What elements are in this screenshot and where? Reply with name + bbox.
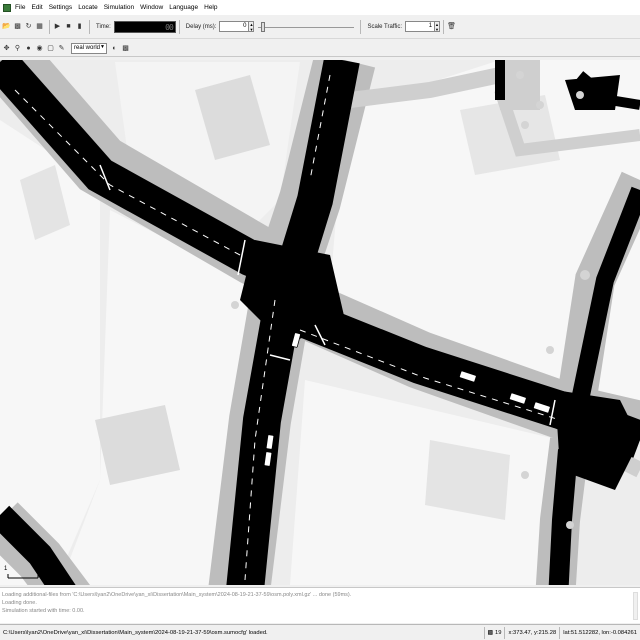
- menu-locate[interactable]: Locate: [78, 4, 98, 11]
- zoom-value: 19: [495, 629, 502, 636]
- log-line: Simulation started with time: 0.00.: [2, 608, 85, 614]
- step-icon[interactable]: ▮: [75, 22, 84, 31]
- status-message: C:\Users\lyan2\OneDrive\yan_xi\Dissertat…: [3, 629, 268, 636]
- junction: [565, 75, 620, 110]
- delay-slider[interactable]: [258, 21, 355, 33]
- message-log: Loading additional-files from 'C:\Users\…: [0, 587, 640, 623]
- menu-file[interactable]: File: [15, 4, 25, 11]
- log-scrollbar[interactable]: [633, 592, 638, 620]
- simulation-toolbar: 📂 ▩ ↻ ▦ ▶ ■ ▮ Time: 00 Delay (ms): 0 ▲ ▼ …: [0, 15, 640, 39]
- menu-language[interactable]: Language: [169, 4, 198, 11]
- road-network: 1: [0, 60, 640, 585]
- save-icon[interactable]: ▩: [13, 22, 22, 31]
- slider-thumb[interactable]: [261, 21, 266, 32]
- color-scheme-select[interactable]: real world ▼: [71, 42, 107, 54]
- menu-simulation[interactable]: Simulation: [104, 4, 134, 11]
- app-icon: [3, 3, 11, 12]
- edit-viewport-icon[interactable]: ✎: [57, 44, 66, 53]
- recenter-icon[interactable]: ✥: [2, 44, 11, 53]
- toolbar-separator: [443, 19, 445, 34]
- zoom-icon: ▩: [487, 629, 494, 636]
- breakpoint-icon[interactable]: ▩: [121, 44, 130, 53]
- log-line: Loading additional-files from 'C:\Users\…: [2, 592, 352, 598]
- lock-icon[interactable]: ◉: [35, 44, 44, 53]
- cursor-coordinates: x:373.47, y:215.28: [504, 626, 559, 639]
- toolbar-separator: [178, 19, 180, 34]
- play-icon[interactable]: ▶: [53, 22, 62, 31]
- time-label: Time:: [96, 23, 111, 30]
- settings-palette-icon[interactable]: ◐: [110, 44, 119, 53]
- slider-track: [258, 26, 355, 28]
- menu-settings[interactable]: Settings: [49, 4, 73, 11]
- stop-icon[interactable]: ■: [64, 22, 73, 31]
- close-file-icon[interactable]: ▦: [35, 22, 44, 31]
- time-value: 00: [165, 22, 174, 32]
- menu-edit[interactable]: Edit: [31, 4, 42, 11]
- delay-label: Delay (ms):: [185, 23, 217, 30]
- delay-spinner[interactable]: ▲ ▼: [249, 21, 255, 32]
- toolbar-separator: [49, 19, 50, 34]
- view-toolbar: ✥ ⚲ ● ◉ ▢ ✎ real world ▼ ◐ ▩: [0, 40, 640, 57]
- sumo-gui-window: File Edit Settings Locate Simulation Win…: [0, 0, 640, 640]
- delete-icon[interactable]: 🗑: [447, 22, 456, 31]
- color-scheme-value: real world: [74, 44, 101, 51]
- zoom-icon[interactable]: ⚲: [13, 44, 22, 53]
- toolbar-separator: [89, 19, 90, 34]
- time-display: 00: [113, 20, 176, 33]
- locate-icon[interactable]: ●: [24, 44, 33, 53]
- delay-input[interactable]: 0: [219, 21, 250, 32]
- open-folder-icon[interactable]: 📂: [2, 22, 11, 31]
- scale-traffic-label: Scale Traffic:: [367, 23, 403, 30]
- log-line: Loading done.: [2, 600, 37, 606]
- chevron-down-icon: ▼: [100, 43, 105, 50]
- toolbar-separator: [360, 19, 362, 34]
- geo-coordinates: lat:51.512282, lon:-0.084261: [559, 626, 640, 639]
- simulation-map-canvas[interactable]: 1: [0, 60, 640, 585]
- menu-window[interactable]: Window: [140, 4, 163, 11]
- menu-bar: File Edit Settings Locate Simulation Win…: [0, 0, 640, 15]
- scale-traffic-input[interactable]: 1: [405, 21, 436, 32]
- menu-help[interactable]: Help: [204, 4, 217, 11]
- screenshot-icon[interactable]: ▢: [46, 44, 55, 53]
- reload-icon[interactable]: ↻: [24, 22, 33, 31]
- scale-traffic-spinner[interactable]: ▲ ▼: [435, 21, 441, 32]
- status-bar: C:\Users\lyan2\OneDrive\yan_xi\Dissertat…: [0, 624, 640, 640]
- zoom-indicator: ▩ 19: [483, 626, 505, 639]
